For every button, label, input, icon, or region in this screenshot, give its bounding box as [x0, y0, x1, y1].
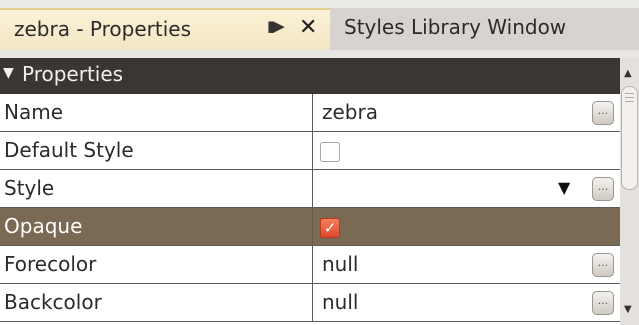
property-name: Default Style [4, 138, 134, 162]
property-row-name[interactable]: Name zebra ... [0, 94, 620, 132]
scroll-up-arrow-icon[interactable]: ▲ [624, 68, 632, 79]
properties-section-header[interactable]: ▼ Properties [0, 58, 620, 94]
property-row-backcolor[interactable]: Backcolor null ... [0, 284, 620, 322]
tab-bar: zebra - Properties ▮▶ ✕ Styles Library W… [0, 0, 639, 50]
style-edit-button[interactable]: ... [592, 177, 614, 201]
default-style-checkbox[interactable] [320, 142, 340, 162]
backcolor-value-field[interactable]: null [322, 290, 358, 314]
property-name: Name [4, 100, 64, 124]
property-row-forecolor[interactable]: Forecolor null ... [0, 246, 620, 284]
property-name: Forecolor [4, 252, 97, 276]
tab-zebra-properties[interactable]: zebra - Properties ▮▶ ✕ [0, 8, 330, 50]
grip-line [625, 93, 634, 94]
collapse-triangle-icon[interactable]: ▼ [3, 65, 14, 81]
name-value-field[interactable]: zebra [322, 100, 378, 124]
scroll-down-arrow-icon[interactable]: ▼ [624, 304, 632, 315]
tab-title: zebra - Properties [14, 17, 191, 41]
property-row-default-style[interactable]: Default Style [0, 132, 620, 170]
forecolor-edit-button[interactable]: ... [592, 253, 614, 277]
forecolor-value-field[interactable]: null [322, 252, 358, 276]
close-icon[interactable]: ✕ [299, 15, 317, 40]
column-divider [312, 284, 313, 321]
property-name: Opaque [4, 214, 83, 238]
property-sheet: ▼ Properties Name zebra ... Default Styl… [0, 58, 620, 325]
property-name: Style [4, 176, 55, 200]
property-name: Backcolor [4, 290, 102, 314]
name-edit-button[interactable]: ... [592, 101, 614, 125]
scroll-thumb[interactable] [621, 86, 638, 190]
column-divider [312, 208, 313, 245]
dropdown-arrow-icon[interactable]: ▼ [558, 178, 570, 197]
property-row-opaque[interactable]: Opaque ✓ [0, 208, 620, 246]
column-divider [312, 246, 313, 283]
grip-line [625, 97, 634, 98]
tab-title: Styles Library Window [344, 15, 567, 39]
property-row-style[interactable]: Style ▼ ... [0, 170, 620, 208]
column-divider [312, 94, 313, 131]
backcolor-edit-button[interactable]: ... [592, 291, 614, 315]
grip-line [625, 101, 634, 102]
vertical-scrollbar[interactable]: ▲ ▼ [620, 58, 639, 325]
tab-styles-library-window[interactable]: Styles Library Window [330, 8, 639, 50]
opaque-checkbox[interactable]: ✓ [320, 218, 340, 238]
maximize-icon[interactable]: ▮▶ [267, 17, 285, 35]
section-title: Properties [22, 62, 124, 86]
column-divider [312, 132, 313, 169]
column-divider [312, 170, 313, 207]
